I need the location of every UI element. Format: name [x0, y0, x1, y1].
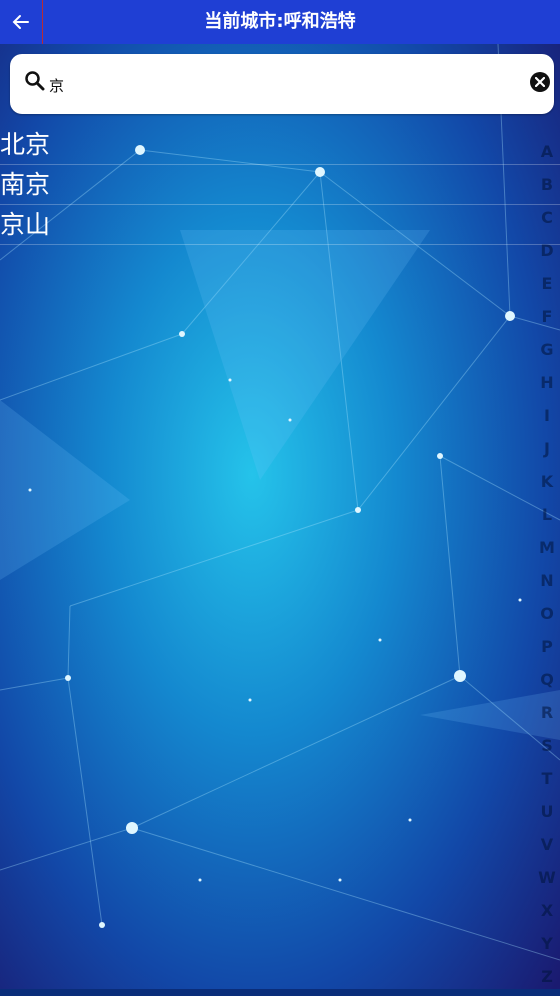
- top-bar: 当前城市:呼和浩特: [0, 0, 560, 44]
- close-icon: [535, 77, 545, 87]
- index-letter-z[interactable]: Z: [537, 963, 557, 996]
- city-item-jingshan[interactable]: 京山: [0, 205, 560, 245]
- index-letter-h[interactable]: H: [537, 369, 557, 402]
- index-letter-g[interactable]: G: [537, 336, 557, 369]
- index-letter-m[interactable]: M: [537, 534, 557, 567]
- index-letter-d[interactable]: D: [537, 237, 557, 270]
- index-letter-i[interactable]: I: [537, 402, 557, 435]
- index-letter-c[interactable]: C: [537, 204, 557, 237]
- index-letter-f[interactable]: F: [537, 303, 557, 336]
- index-letter-l[interactable]: L: [537, 501, 557, 534]
- city-name: 南京: [0, 170, 51, 199]
- index-letter-o[interactable]: O: [537, 600, 557, 633]
- page-title: 当前城市:呼和浩特: [204, 11, 356, 32]
- index-letter-e[interactable]: E: [537, 270, 557, 303]
- index-letter-n[interactable]: N: [537, 567, 557, 600]
- search-input[interactable]: [47, 68, 501, 102]
- alphabet-index-bar[interactable]: A B C D E F G H I J K L M N O P Q R S T …: [537, 138, 557, 996]
- city-item-beijing[interactable]: 北京: [0, 125, 560, 165]
- index-letter-t[interactable]: T: [537, 765, 557, 798]
- index-letter-s[interactable]: S: [537, 732, 557, 765]
- index-letter-b[interactable]: B: [537, 171, 557, 204]
- index-letter-j[interactable]: J: [537, 435, 557, 468]
- index-letter-r[interactable]: R: [537, 699, 557, 732]
- index-letter-a[interactable]: A: [537, 138, 557, 171]
- index-letter-u[interactable]: U: [537, 798, 557, 831]
- city-name: 京山: [0, 210, 51, 239]
- index-letter-y[interactable]: Y: [537, 930, 557, 963]
- index-letter-v[interactable]: V: [537, 831, 557, 864]
- clear-button[interactable]: [530, 72, 550, 92]
- search-box: [10, 54, 554, 114]
- index-letter-x[interactable]: X: [537, 897, 557, 930]
- city-item-nanjing[interactable]: 南京: [0, 165, 560, 205]
- search-icon: [25, 71, 45, 91]
- index-letter-p[interactable]: P: [537, 633, 557, 666]
- city-result-list: 北京 南京 京山: [0, 125, 560, 245]
- city-name: 北京: [0, 130, 51, 159]
- index-letter-w[interactable]: W: [537, 864, 557, 897]
- index-letter-k[interactable]: K: [537, 468, 557, 501]
- index-letter-q[interactable]: Q: [537, 666, 557, 699]
